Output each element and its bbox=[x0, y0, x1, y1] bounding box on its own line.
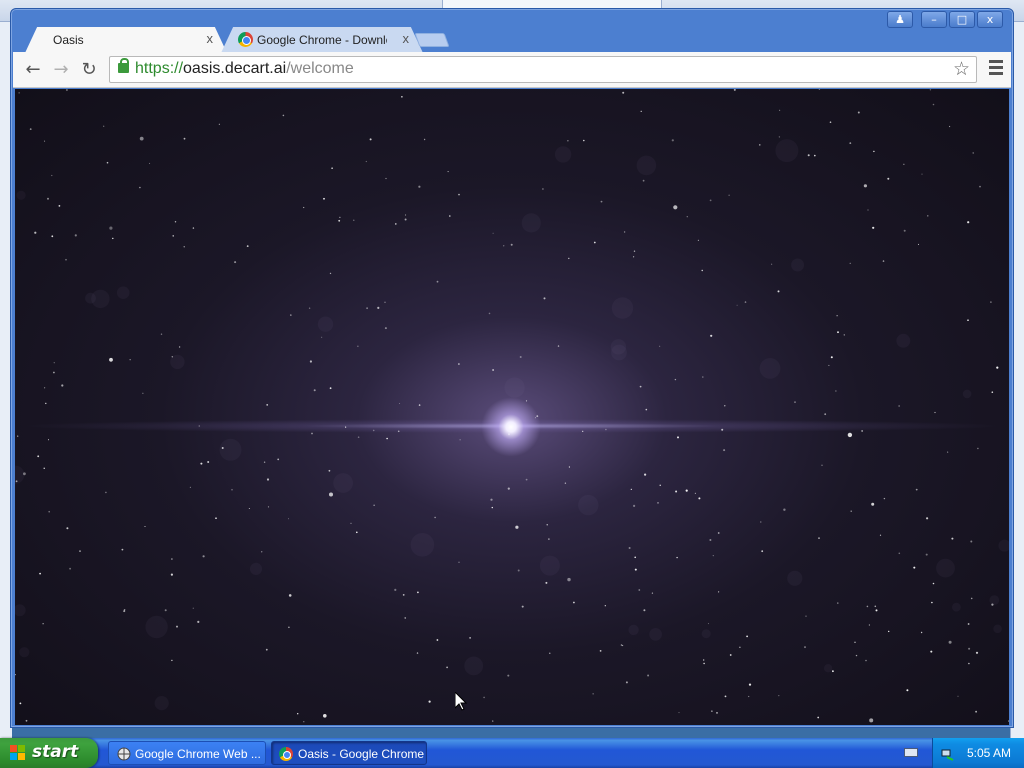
url-host: oasis.decart.ai bbox=[183, 60, 287, 77]
clock[interactable]: 5:05 AM bbox=[967, 746, 1011, 760]
reload-button[interactable]: ↻ bbox=[79, 60, 99, 80]
tab-oasis[interactable]: Oasis x bbox=[25, 27, 227, 53]
taskbar: start Google Chrome Web ... Oasis - Goog… bbox=[0, 738, 1024, 768]
chrome-menu-icon[interactable] bbox=[989, 60, 1005, 78]
web-icon bbox=[117, 747, 131, 761]
starfield bbox=[15, 89, 1009, 723]
close-window-button[interactable]: x bbox=[977, 11, 1003, 28]
task-label: Google Chrome Web ... bbox=[135, 747, 261, 761]
taskbar-item-chrome-web[interactable]: Google Chrome Web ... bbox=[108, 741, 266, 765]
tab-chrome-download[interactable]: Google Chrome - Download t x bbox=[221, 27, 423, 53]
tab-title: Oasis bbox=[53, 33, 84, 47]
chrome-icon bbox=[279, 747, 293, 761]
system-tray: 5:05 AM bbox=[932, 738, 1024, 768]
network-icon[interactable] bbox=[941, 746, 955, 761]
start-button[interactable]: start bbox=[0, 738, 98, 768]
url-text[interactable]: https://oasis.decart.ai/welcome bbox=[135, 60, 354, 78]
new-tab-button[interactable] bbox=[414, 33, 450, 47]
tray-keyboard[interactable] bbox=[898, 744, 926, 762]
start-label: start bbox=[32, 742, 79, 762]
page-viewport[interactable] bbox=[15, 89, 1009, 725]
taskbar-item-oasis-chrome[interactable]: Oasis - Google Chrome bbox=[271, 741, 427, 765]
bookmark-star-icon[interactable]: ☆ bbox=[953, 58, 970, 80]
browser-toolbar: ← → ↻ https://oasis.decart.ai/welcome ☆ bbox=[13, 52, 1011, 88]
back-button[interactable]: ← bbox=[23, 60, 43, 80]
keyboard-icon bbox=[904, 748, 918, 757]
profile-icon[interactable]: ♟ bbox=[887, 11, 913, 28]
windows-flag-icon bbox=[10, 745, 26, 761]
minimize-button[interactable]: – bbox=[921, 11, 947, 28]
chrome-favicon-icon bbox=[238, 32, 253, 47]
tab-strip: ♟ – □ x Oasis x Google Chrome - Download… bbox=[11, 9, 1013, 53]
url-scheme: https:// bbox=[135, 60, 184, 77]
maximize-button[interactable]: □ bbox=[949, 11, 975, 28]
url-path: /welcome bbox=[286, 60, 354, 77]
task-label: Oasis - Google Chrome bbox=[298, 747, 425, 761]
window-controls: ♟ – □ x bbox=[887, 11, 1003, 28]
address-bar[interactable]: https://oasis.decart.ai/welcome ☆ bbox=[109, 56, 977, 83]
close-tab-icon[interactable]: x bbox=[403, 31, 410, 46]
forward-button[interactable]: → bbox=[51, 60, 71, 80]
lock-icon[interactable] bbox=[118, 58, 129, 73]
tab-title: Google Chrome - Download t bbox=[257, 33, 387, 47]
chrome-window: ♟ – □ x Oasis x Google Chrome - Download… bbox=[10, 8, 1014, 728]
close-tab-icon[interactable]: x bbox=[207, 31, 214, 46]
